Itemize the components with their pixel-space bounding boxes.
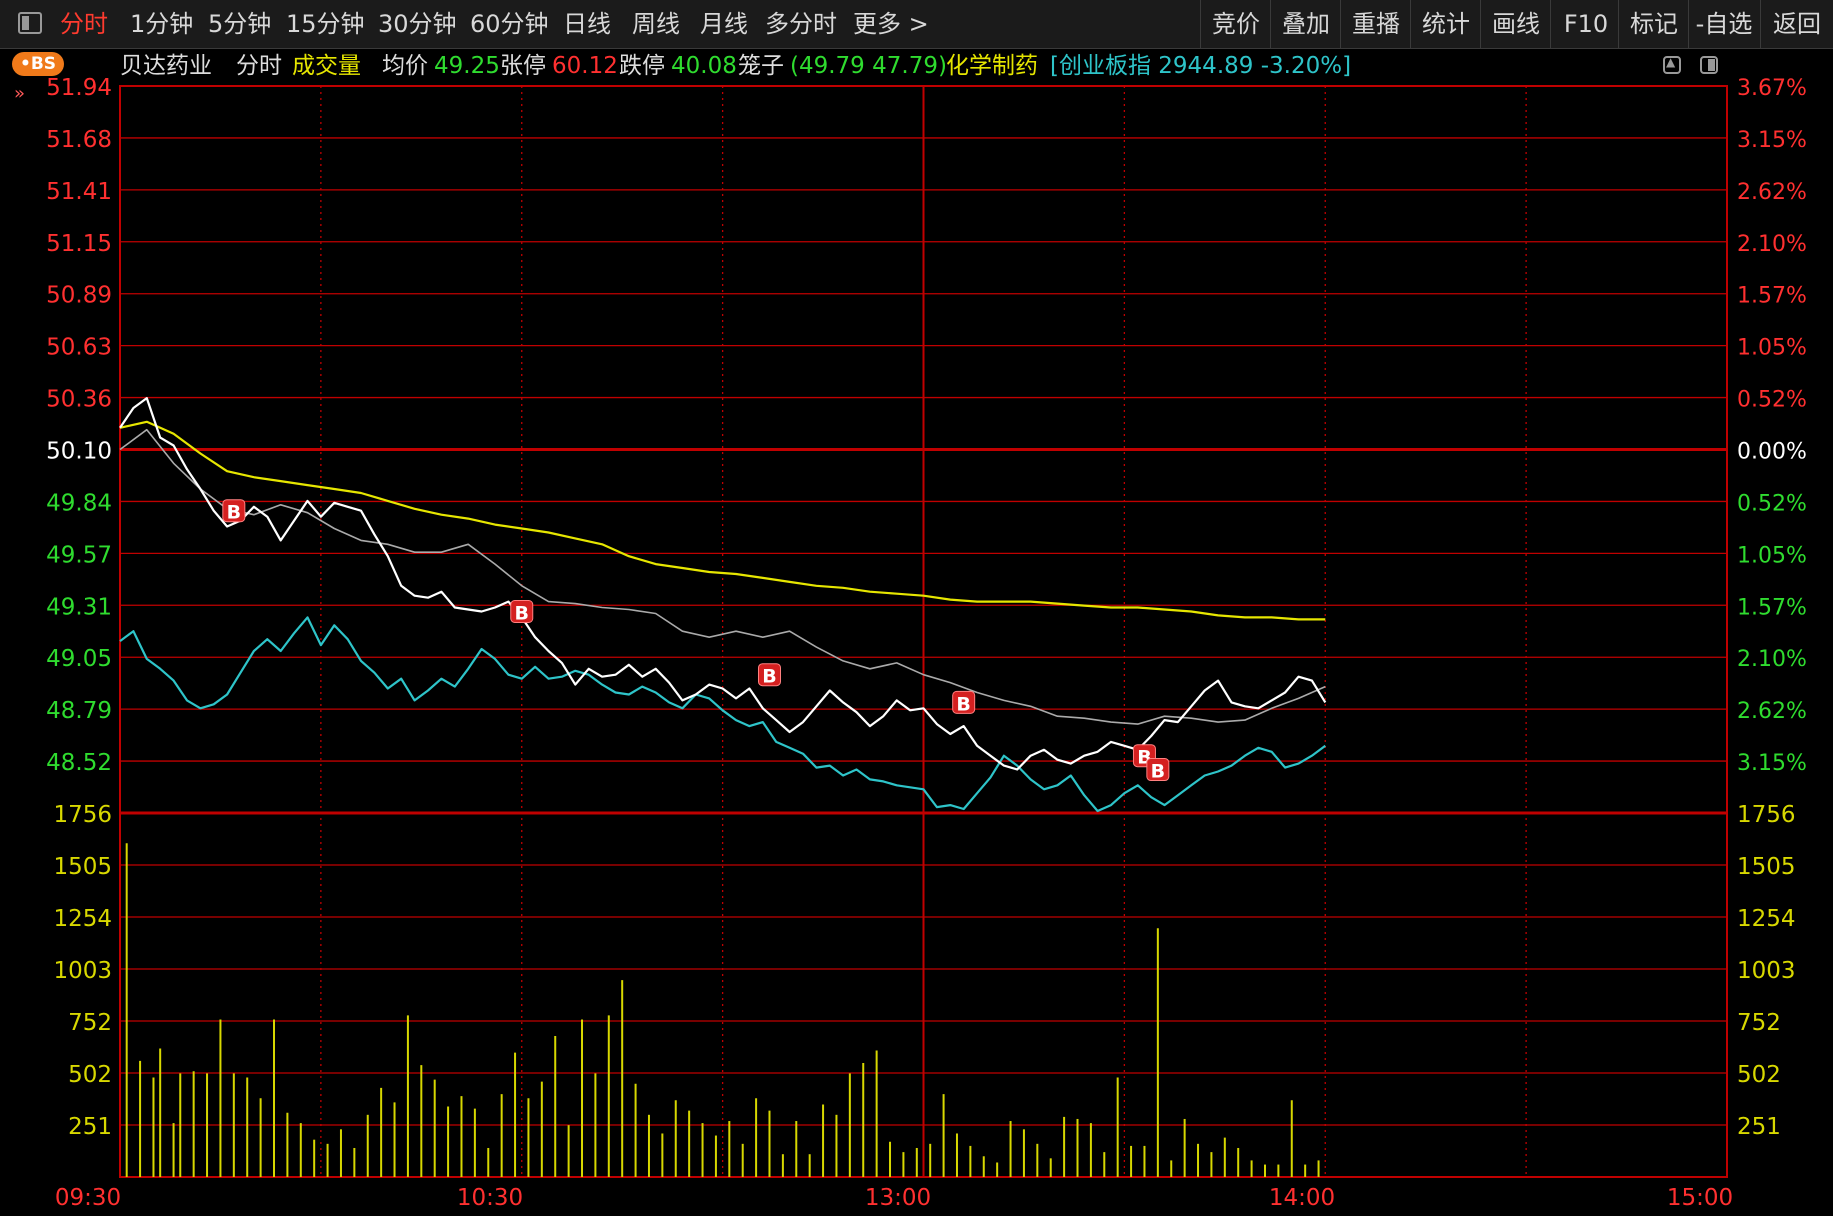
pct-tick-label: 1.57% (1737, 284, 1807, 309)
time-tick-label: 14:00 (1269, 1185, 1335, 1211)
time-axis-ticks: 09:30 10:30 13:00 14:00 15:00 (55, 1185, 1733, 1211)
volume-tick-label-right: 1254 (1737, 906, 1796, 932)
price-tick-label: 49.84 (46, 490, 112, 516)
price-tick-label: 49.57 (46, 542, 112, 568)
volume-tick-label-right: 251 (1737, 1114, 1781, 1140)
pct-tick-label: 1.05% (1737, 336, 1807, 361)
price-tick-label: 51.41 (46, 179, 112, 205)
volume-tick-label: 752 (68, 1010, 112, 1036)
pct-tick-label: 2.10% (1737, 647, 1807, 672)
avg-line (119, 420, 1326, 621)
pct-tick-label: 1.05% (1737, 543, 1807, 568)
pct-tick-label: 3.15% (1737, 128, 1807, 153)
price-tick-label: 51.94 (46, 75, 112, 101)
pct-tick-label: 3.67% (1737, 76, 1807, 101)
index-line (119, 616, 1326, 813)
sector-line (119, 428, 1326, 725)
price-tick-label: 51.15 (46, 231, 112, 257)
price-axis-ticks: 51.94 3.67% 51.68 3.15% 51.41 2.62% 51.15 2.10%… (46, 75, 1807, 1140)
pct-tick-label: 0.52% (1737, 388, 1807, 413)
time-tick-label: 10:30 (457, 1185, 523, 1211)
time-tick-label: 15:00 (1667, 1185, 1733, 1211)
volume-tick-label: 1505 (53, 854, 112, 880)
pct-tick-label: 2.62% (1737, 699, 1807, 724)
buy-marker-label: B (227, 502, 241, 524)
pct-tick-label: 3.15% (1737, 751, 1807, 776)
pct-tick-label: 0.00% (1737, 440, 1807, 465)
volume-tick-label: 1756 (53, 802, 112, 828)
price-tick-label: 49.31 (46, 594, 112, 620)
volume-tick-label-right: 1756 (1737, 802, 1796, 828)
volume-tick-label: 1254 (53, 906, 112, 932)
buy-marker-label: B (1151, 761, 1165, 783)
volume-tick-label-right: 502 (1737, 1062, 1781, 1088)
volume-tick-label-right: 1003 (1737, 958, 1796, 984)
price-tick-label: 48.79 (46, 698, 112, 724)
pct-tick-label: 2.62% (1737, 180, 1807, 205)
time-tick-label: 09:30 (55, 1185, 121, 1211)
buy-marker-label: B (956, 693, 970, 715)
price-tick-label: 50.89 (46, 283, 112, 309)
volume-tick-label: 502 (68, 1062, 112, 1088)
buy-marker-label: B (515, 602, 529, 624)
intraday-chart[interactable]: 51.94 3.67% 51.68 3.15% 51.41 2.62% 51.15 2.10%… (0, 0, 1833, 1216)
price-tick-label: 50.10 (46, 439, 112, 465)
chart-grid (119, 85, 1728, 1178)
trade-markers: BBBBBB (222, 499, 1170, 783)
volume-tick-label: 1003 (53, 958, 112, 984)
pct-tick-label: 2.10% (1737, 232, 1807, 257)
pct-tick-label: 1.57% (1737, 595, 1807, 620)
price-tick-label: 48.52 (46, 750, 112, 776)
time-tick-label: 13:00 (865, 1185, 931, 1211)
volume-tick-label-right: 1505 (1737, 854, 1796, 880)
pct-tick-label: 0.52% (1737, 491, 1807, 516)
volume-tick-label-right: 752 (1737, 1010, 1781, 1036)
price-tick-label: 51.68 (46, 127, 112, 153)
volume-tick-label: 251 (68, 1114, 112, 1140)
buy-marker-label: B (762, 666, 776, 688)
price-tick-label: 50.36 (46, 387, 112, 413)
price-tick-label: 49.05 (46, 646, 112, 672)
price-tick-label: 50.63 (46, 335, 112, 361)
